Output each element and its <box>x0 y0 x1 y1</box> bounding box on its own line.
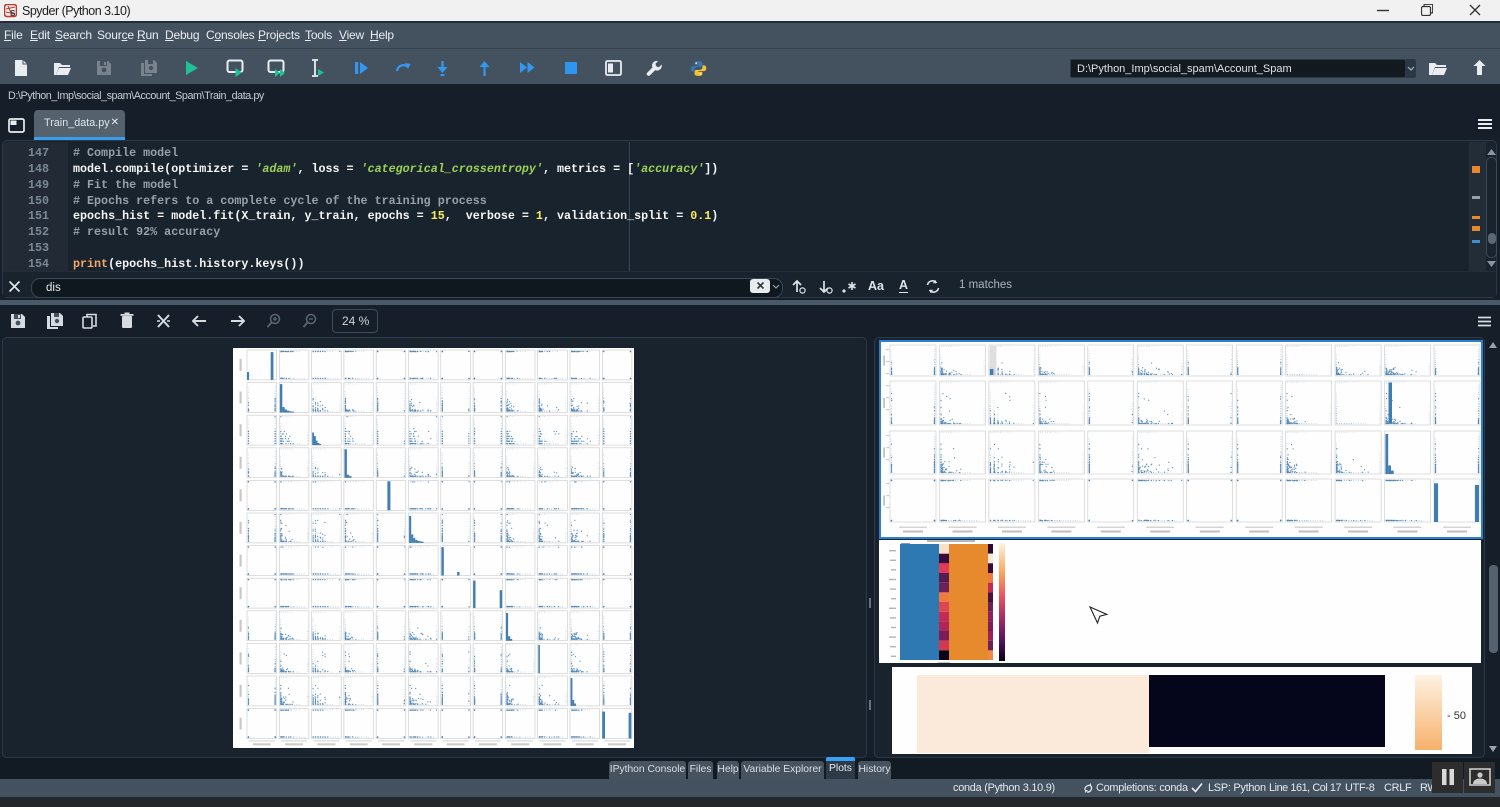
svg-text:S: S <box>10 9 16 18</box>
